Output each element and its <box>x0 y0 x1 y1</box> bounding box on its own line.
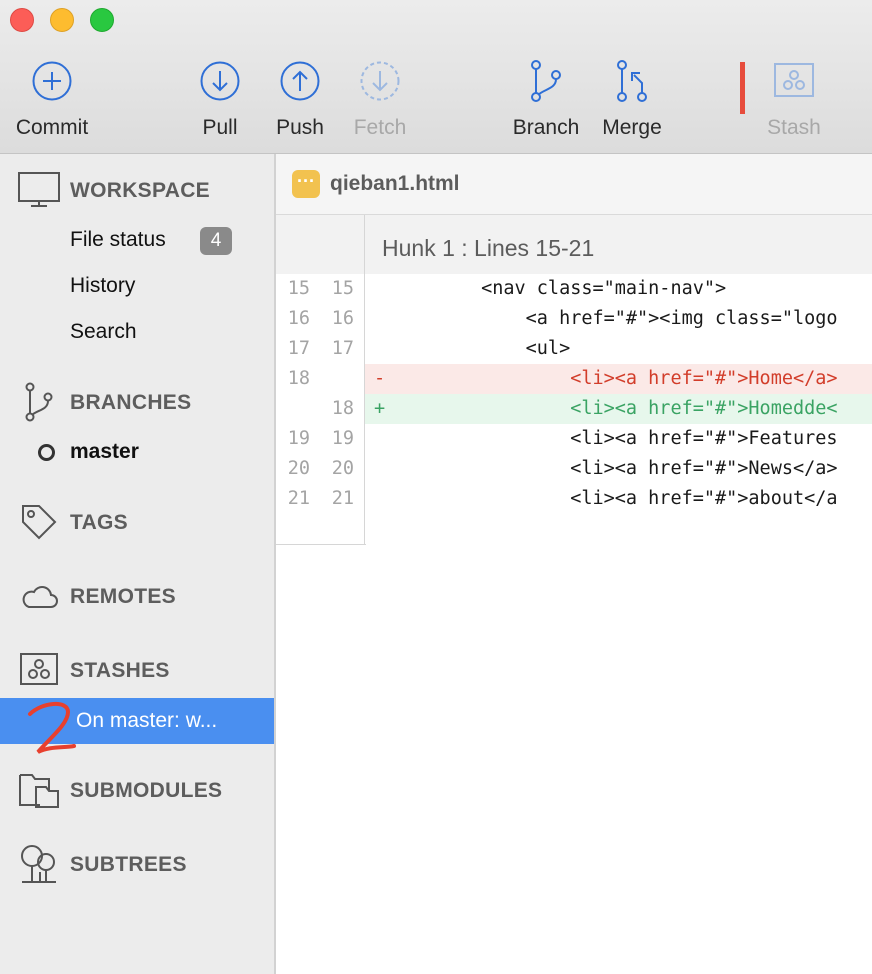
sidebar-section-subtrees[interactable]: SUBTREES <box>0 844 274 884</box>
sidebar-section-stashes[interactable]: STASHES <box>0 650 274 690</box>
new-line-number: 20 <box>331 458 354 479</box>
sidebar-item-stash[interactable]: On master: w... <box>0 698 274 754</box>
fetch-label: Fetch <box>353 116 407 139</box>
diff-line[interactable]: 17 17 <ul> <box>276 334 872 364</box>
sidebar-title-stashes: STASHES <box>70 659 170 682</box>
hunk-title: Hunk 1 : Lines 15-21 <box>382 235 595 261</box>
monitor-icon <box>16 170 62 210</box>
stash-icon <box>769 56 819 106</box>
new-line-number: 16 <box>331 308 354 329</box>
sidebar-section-tags[interactable]: TAGS <box>0 502 274 542</box>
sidebar-title-submodules: SUBMODULES <box>70 779 223 802</box>
file-modified-icon: ··· <box>292 170 320 198</box>
sidebar-title-remotes: REMOTES <box>70 585 176 608</box>
code-text: <li><a href="#">News</a> <box>392 458 838 479</box>
subtrees-icon <box>16 844 62 884</box>
hunk-header-gutter <box>276 215 365 274</box>
file-header[interactable]: ··· qieban1.html <box>276 154 872 215</box>
stash-label: Stash <box>767 116 821 139</box>
branch-name: master <box>70 440 139 463</box>
old-line-number: 18 <box>287 368 310 389</box>
merge-label: Merge <box>602 116 662 139</box>
old-line-number: 16 <box>287 308 310 329</box>
submodules-icon <box>16 770 62 810</box>
new-line-number: 18 <box>331 398 354 419</box>
new-line-number: 15 <box>331 278 354 299</box>
sidebar-section-submodules[interactable]: SUBMODULES <box>0 770 274 810</box>
diff-line[interactable]: 19 19 <li><a href="#">Features <box>276 424 872 454</box>
merge-icon <box>607 56 657 106</box>
diff-line[interactable]: 16 16 <a href="#"><img class="logo <box>276 304 872 334</box>
fetch-icon <box>355 56 405 106</box>
sidebar-section-workspace[interactable]: WORKSPACE <box>0 170 274 210</box>
push-label: Push <box>276 116 324 139</box>
diff-line[interactable]: 15 15 <nav class="main-nav"> <box>276 274 872 304</box>
file-status-count-badge: 4 <box>200 227 232 255</box>
commit-button[interactable]: Commit <box>7 56 97 148</box>
sidebar-item-file-status[interactable]: File status <box>70 228 166 252</box>
code-text: <ul> <box>392 338 571 359</box>
stash-button[interactable]: Stash <box>749 56 839 148</box>
fetch-button[interactable]: Fetch <box>335 56 425 148</box>
code-text: <a href="#"><img class="logo <box>392 308 838 329</box>
minimize-window-button[interactable] <box>50 8 74 32</box>
diff-line-added[interactable]: 18 + <li><a href="#">Homedde< <box>276 394 872 424</box>
old-line-number: 19 <box>287 428 310 449</box>
change-marker: - <box>374 368 386 389</box>
commit-label: Commit <box>15 116 89 139</box>
sidebar-title-branches: BRANCHES <box>70 391 192 414</box>
code-text: <li><a href="#">Features <box>392 428 838 449</box>
old-line-number: 21 <box>287 488 310 509</box>
sidebar-item-search[interactable]: Search <box>70 320 137 344</box>
branch-button[interactable]: Branch <box>501 56 591 148</box>
new-line-number: 21 <box>331 488 354 509</box>
plus-circle-icon <box>27 56 77 106</box>
zoom-window-button[interactable] <box>90 8 114 32</box>
cloud-icon <box>16 576 62 616</box>
sidebar-title-subtrees: SUBTREES <box>70 853 187 876</box>
pull-label: Pull <box>202 116 238 139</box>
sidebar-section-remotes[interactable]: REMOTES <box>0 576 274 616</box>
stash-label: On master: w... <box>76 709 218 732</box>
code-text: <nav class="main-nav"> <box>392 278 727 299</box>
code-text: <li><a href="#">Homedde< <box>392 398 838 419</box>
push-button[interactable]: Push <box>255 56 345 148</box>
sidebar-title-workspace: WORKSPACE <box>70 179 210 202</box>
tag-icon <box>16 502 62 542</box>
old-line-number: 15 <box>287 278 310 299</box>
arrow-down-circle-icon <box>195 56 245 106</box>
current-branch-indicator-icon <box>38 444 55 461</box>
branch-icon <box>521 56 571 106</box>
change-marker: + <box>374 398 386 419</box>
file-name: qieban1.html <box>330 172 460 195</box>
sidebar-section-branches[interactable]: BRANCHES <box>0 382 274 422</box>
diff-view[interactable]: 15 15 <nav class="main-nav"> 16 16 <a href… <box>276 274 872 544</box>
stash-icon <box>16 650 62 690</box>
diff-line[interactable]: 21 21 <li><a href="#">about</a <box>276 484 872 514</box>
sidebar-item-history[interactable]: History <box>70 274 135 298</box>
branch-icon <box>16 382 62 422</box>
sidebar-item-branch-master[interactable]: master <box>0 440 274 466</box>
code-text: <li><a href="#">Home</a> <box>392 368 838 389</box>
old-line-number: 17 <box>287 338 310 359</box>
sidebar: WORKSPACE File status 4 History Search B… <box>0 154 276 974</box>
hunk-header: Hunk 1 : Lines 15-21 <box>276 215 872 274</box>
old-line-number: 20 <box>287 458 310 479</box>
annotation-mark <box>740 62 745 114</box>
code-text: <li><a href="#">about</a <box>392 488 838 509</box>
new-line-number: 17 <box>331 338 354 359</box>
pull-button[interactable]: Pull <box>175 56 265 148</box>
arrow-up-circle-icon <box>275 56 325 106</box>
branch-label: Branch <box>512 116 580 139</box>
new-line-number: 19 <box>331 428 354 449</box>
toolbar: Commit Pull Push Fetch Branch Merge Stas… <box>0 0 872 154</box>
close-window-button[interactable] <box>10 8 34 32</box>
diff-line-removed[interactable]: 18 - <li><a href="#">Home</a> <box>276 364 872 394</box>
diff-line[interactable]: 20 20 <li><a href="#">News</a> <box>276 454 872 484</box>
merge-button[interactable]: Merge <box>587 56 677 148</box>
sidebar-title-tags: TAGS <box>70 511 128 534</box>
diff-gutter-bottom-border <box>276 544 366 545</box>
